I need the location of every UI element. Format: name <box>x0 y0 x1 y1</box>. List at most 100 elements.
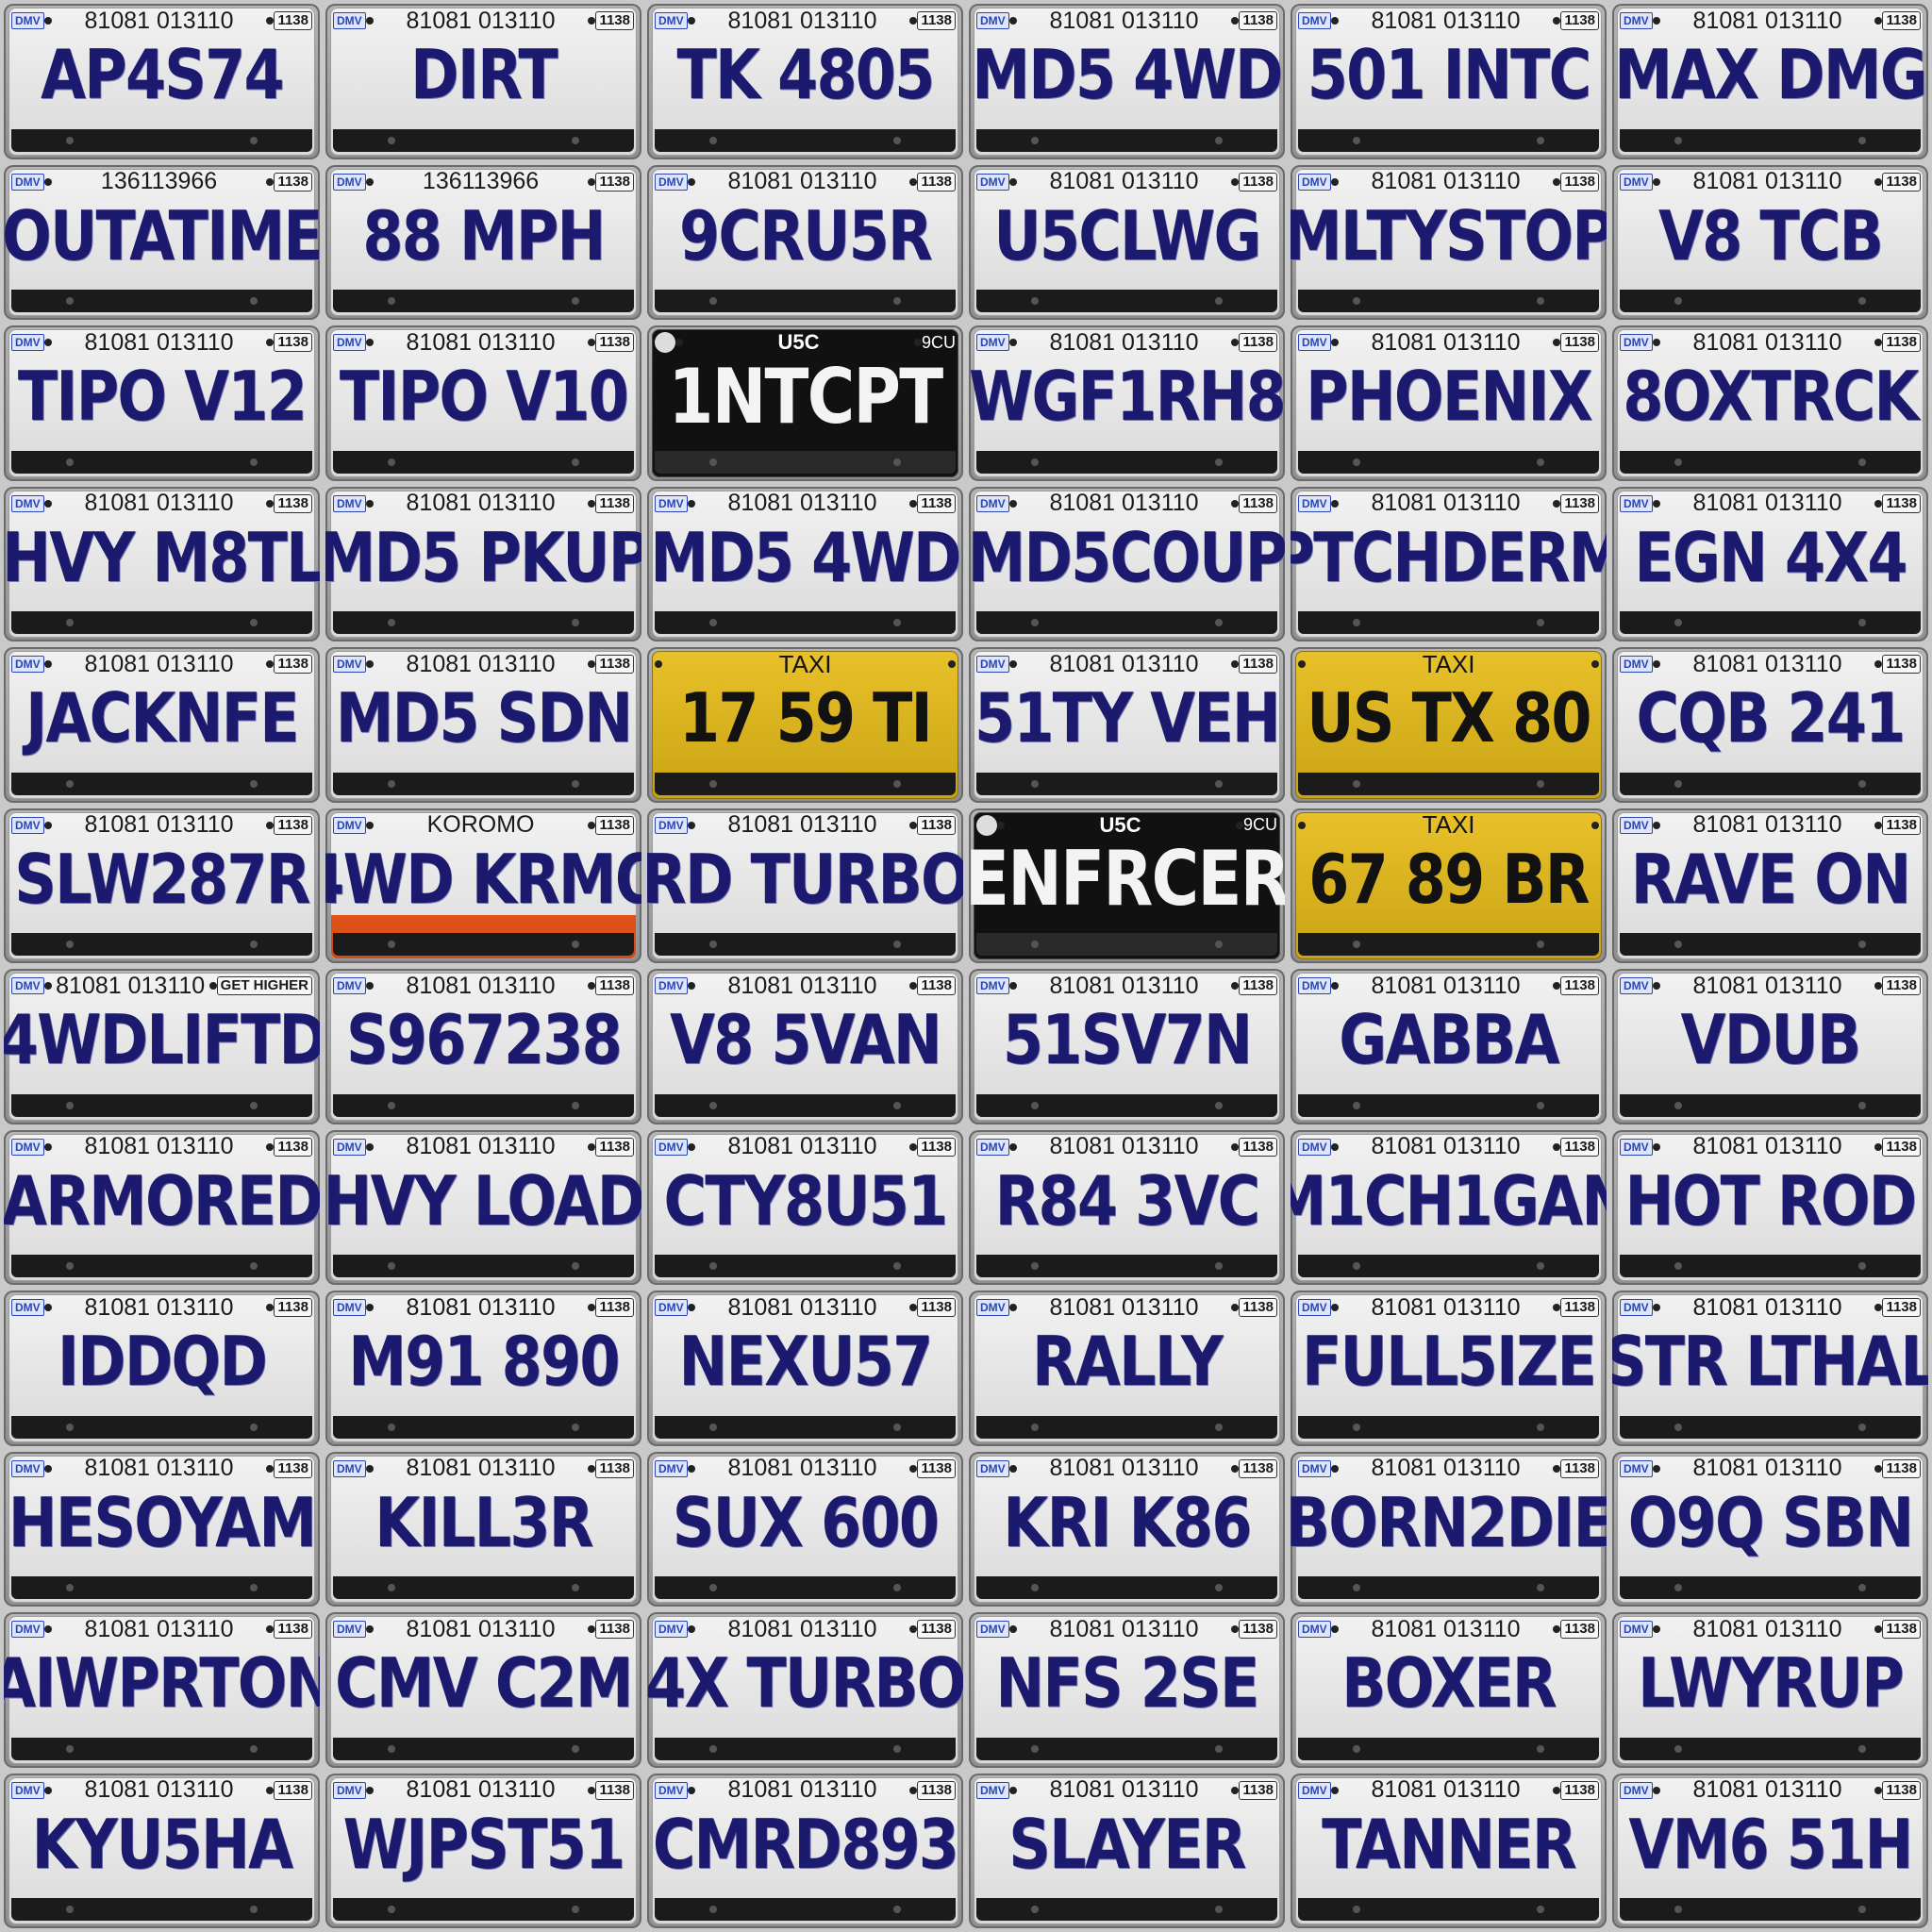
plate-number: VM6 51H <box>1628 1804 1913 1884</box>
dmv-badge: DMV <box>333 1621 366 1638</box>
plate-number: WGF1RH8 <box>969 357 1285 436</box>
mount-hole-icon <box>66 1744 74 1753</box>
dmv-badge: DMV <box>1620 1621 1653 1638</box>
mount-hole-icon <box>572 1101 579 1109</box>
mount-hole-icon <box>1652 660 1660 668</box>
mount-hole-icon <box>388 619 395 626</box>
dmv-badge: DMV <box>1298 977 1331 994</box>
mount-hole-icon <box>388 1584 395 1591</box>
dmv-badge: DMV <box>1298 1459 1331 1477</box>
plate-bottom-bar <box>1298 1576 1599 1599</box>
plate-top-bar: DMV 81081 013110 1138 <box>976 490 1277 517</box>
mount-hole-icon <box>266 1142 275 1151</box>
plate-bottom-bar <box>976 290 1277 312</box>
dmv-badge: DMV <box>1620 1138 1653 1156</box>
plate-top-bar: DMV 81081 013110 1138 <box>1298 973 1599 999</box>
mount-hole-icon <box>909 1786 918 1794</box>
license-plate-grid: DMV 81081 013110 1138 AP4S74 DMV 81081 013110… <box>4 4 1928 1928</box>
mount-hole-icon <box>43 1304 52 1311</box>
plate-bottom-bar <box>1298 611 1599 634</box>
plate-tag: 1138 <box>1882 1780 1921 1800</box>
plate-tag: 1138 <box>917 1458 956 1478</box>
mount-hole-icon <box>1858 1262 1866 1270</box>
plate-top-bar: DMV 81081 013110 1138 <box>333 490 634 517</box>
mount-hole-icon <box>687 1464 695 1473</box>
license-plate: DMV 81081 013110 1138 MD5 SDN <box>325 647 641 803</box>
mount-hole-icon <box>1874 1464 1883 1473</box>
license-plate: DMV 81081 013110 1138 51TY VEH <box>969 647 1285 803</box>
plate-serial: 81081 013110 <box>1692 811 1842 838</box>
mount-hole-icon <box>1858 297 1866 305</box>
dmv-badge: DMV <box>655 816 688 834</box>
mount-hole-icon <box>1553 1786 1561 1794</box>
plate-serial: 81081 013110 <box>727 1293 877 1321</box>
mount-hole-icon <box>1874 339 1883 346</box>
plate-number: JACKNFE <box>25 678 299 758</box>
mount-hole-icon <box>365 1464 374 1473</box>
mount-hole-icon <box>1553 177 1561 186</box>
mount-hole-icon <box>43 17 52 25</box>
plate-top-bar: DMV 81081 013110 1138 <box>1620 973 1921 999</box>
plate-bottom-bar <box>11 611 312 634</box>
mount-hole-icon <box>266 499 275 508</box>
mount-hole-icon <box>1553 499 1561 508</box>
plate-bottom-bar <box>11 1576 312 1599</box>
mount-hole-icon <box>588 1464 596 1473</box>
mount-hole-icon <box>1674 1744 1682 1753</box>
plate-number: CQB 241 <box>1636 678 1906 758</box>
plate-serial: 81081 013110 <box>1049 1133 1199 1159</box>
mount-hole-icon <box>43 1625 52 1633</box>
plate-number: V8 TCB <box>1657 195 1884 275</box>
mount-hole-icon <box>1231 1142 1240 1151</box>
mount-hole-icon <box>909 499 918 508</box>
plate-bottom-bar <box>1298 1093 1599 1117</box>
dmv-badge: DMV <box>1620 816 1653 834</box>
plate-serial: 81081 013110 <box>1049 1615 1199 1642</box>
mount-hole-icon <box>1008 1625 1017 1633</box>
mount-hole-icon <box>1652 1786 1660 1794</box>
dmv-badge: DMV <box>655 12 688 29</box>
plate-bottom-bar <box>655 128 956 152</box>
mount-hole-icon <box>1031 1906 1039 1913</box>
dmv-badge: DMV <box>1620 656 1653 673</box>
license-plate: U5C 9CU 1NTCPT <box>647 325 963 481</box>
plate-number: MD5 SDN <box>335 678 633 758</box>
license-plate: DMV 81081 013110 1138 CMV C2M <box>325 1612 641 1768</box>
dmv-badge: DMV <box>11 494 44 512</box>
plate-bottom-bar <box>11 450 312 474</box>
mount-hole-icon <box>1874 660 1883 668</box>
dmv-badge: DMV <box>1620 1781 1653 1799</box>
mount-hole-icon <box>687 1142 695 1151</box>
plate-number: U5CLWG <box>993 195 1261 275</box>
plate-serial: 81081 013110 <box>1692 1293 1842 1321</box>
mount-hole-icon <box>1874 1786 1883 1794</box>
license-plate: DMV 81081 013110 1138 HVY LOAD <box>325 1129 641 1285</box>
plate-top-bar: DMV 81081 013110 1138 <box>333 1294 634 1321</box>
plate-number: AP4S74 <box>41 35 285 114</box>
license-plate: DMV 81081 013110 1138 VM6 51H <box>1612 1773 1928 1928</box>
mount-hole-icon <box>1591 660 1599 668</box>
mount-hole-icon <box>365 17 374 25</box>
plate-number: IDDQD <box>57 1322 268 1401</box>
mount-hole-icon <box>1553 339 1561 346</box>
mount-hole-icon <box>1031 941 1039 948</box>
mount-hole-icon <box>572 1262 579 1270</box>
plate-top-bar: TAXI <box>1298 810 1599 839</box>
mount-hole-icon <box>1553 1142 1561 1151</box>
plate-tag: 1138 <box>595 1620 634 1639</box>
plate-tag: 9CU <box>921 332 956 352</box>
dmv-badge: DMV <box>1620 1299 1653 1316</box>
plate-bottom-bar <box>1298 1415 1599 1439</box>
mount-hole-icon <box>709 1906 717 1913</box>
plate-top-bar: DMV 136113966 1138 <box>11 168 312 195</box>
mount-hole-icon <box>1874 1304 1883 1311</box>
mount-hole-icon <box>893 1584 901 1591</box>
mount-hole-icon <box>1652 1464 1660 1473</box>
mount-hole-icon <box>709 1262 717 1270</box>
plate-bottom-bar <box>333 933 634 956</box>
plate-number: O9Q SBN <box>1627 1482 1914 1562</box>
plate-top-bar: DMV 81081 013110 1138 <box>1620 1133 1921 1160</box>
mount-hole-icon <box>1874 1625 1883 1633</box>
plate-tag: 1138 <box>1882 1458 1921 1478</box>
mount-hole-icon <box>588 339 596 346</box>
